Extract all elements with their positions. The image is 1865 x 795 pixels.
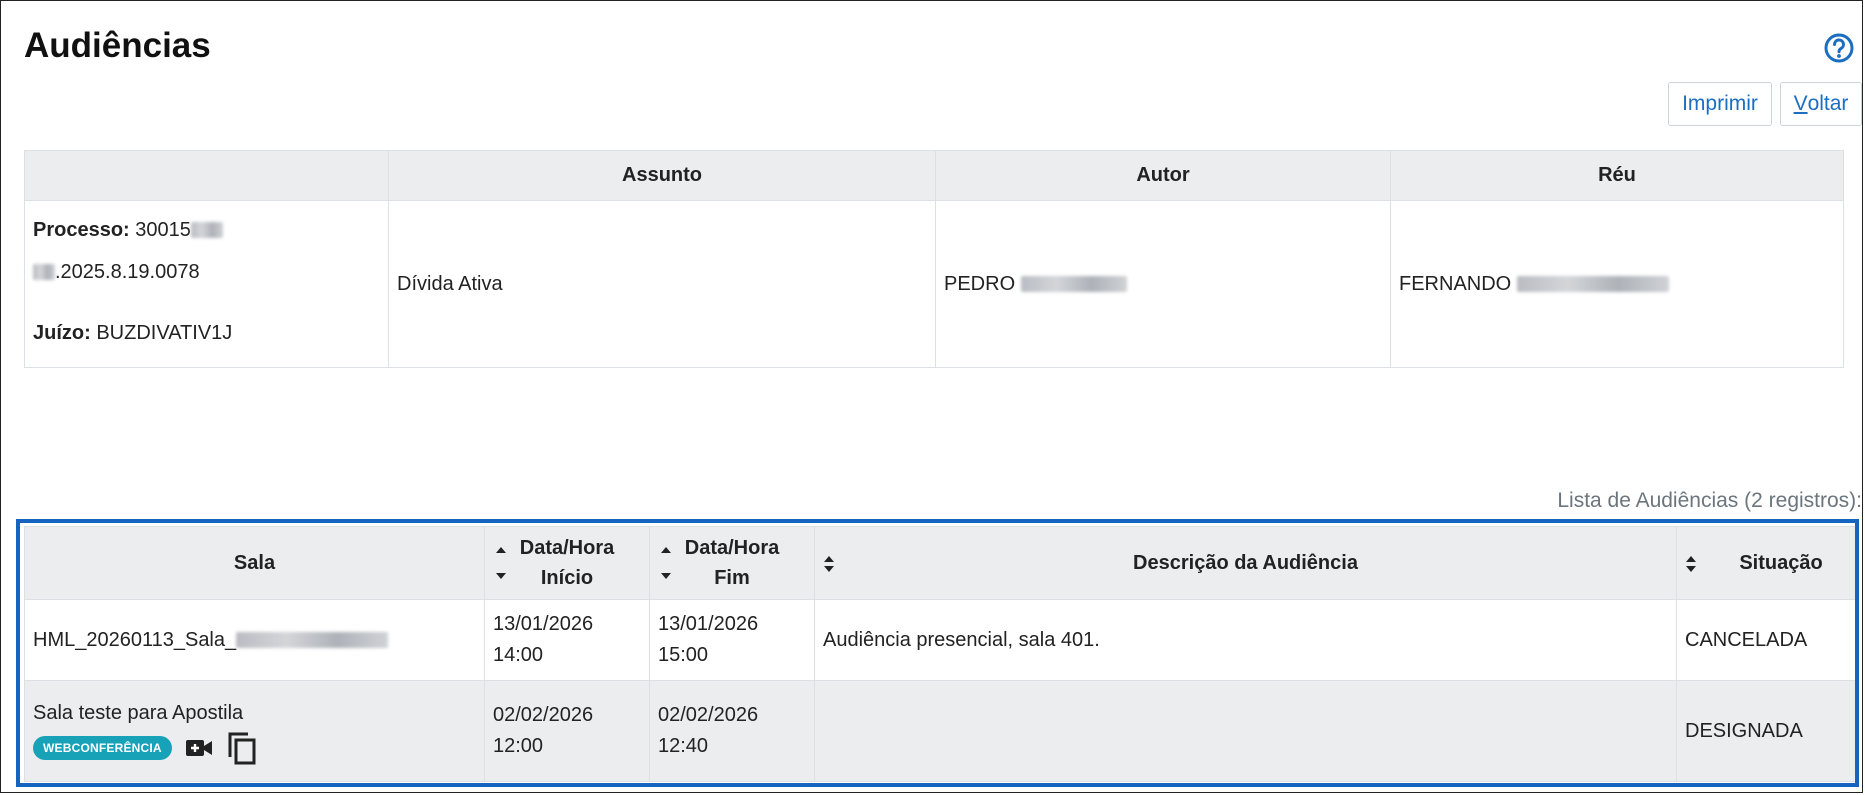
page-title: Audiências — [24, 26, 211, 65]
redacted-blur — [190, 222, 223, 239]
reu-name: FERNANDO — [1399, 272, 1512, 295]
back-button-accesskey: V — [1793, 92, 1808, 115]
reu-cell: FERNANDO — [1390, 200, 1844, 368]
process-cell: Processo: 30015 .2025.8.19.0078 Juízo: B… — [24, 200, 389, 368]
help-icon[interactable] — [1823, 32, 1855, 64]
reu-header: Réu — [1390, 150, 1844, 201]
autor-name: PEDRO — [944, 272, 1016, 295]
process-header-blank — [24, 150, 389, 201]
print-button[interactable]: Imprimir — [1668, 82, 1772, 126]
juizo-label: Juízo: — [33, 321, 91, 344]
processo-label: Processo: — [33, 218, 130, 241]
back-button-label: oltar — [1807, 92, 1849, 115]
assunto-header: Assunto — [388, 150, 936, 201]
redacted-blur — [33, 264, 55, 281]
processo-number-prefix: 30015 — [135, 218, 191, 241]
hearings-highlight-box — [16, 519, 1859, 787]
back-button[interactable]: Voltar — [1780, 82, 1862, 126]
autor-cell: PEDRO — [935, 200, 1391, 368]
hearings-list-caption: Lista de Audiências (2 registros): — [1557, 489, 1862, 512]
redacted-blur — [1516, 276, 1669, 293]
process-info-table: Assunto Autor Réu Processo: 30015 .2025.… — [24, 150, 1844, 368]
assunto-cell: Dívida Ativa — [388, 200, 936, 368]
redacted-blur — [1020, 276, 1127, 293]
print-button-label: Imprimir — [1682, 92, 1758, 115]
juizo-value: BUZDIVATIV1J — [96, 321, 233, 344]
autor-header: Autor — [935, 150, 1391, 201]
processo-number-suffix: .2025.8.19.0078 — [55, 260, 200, 283]
